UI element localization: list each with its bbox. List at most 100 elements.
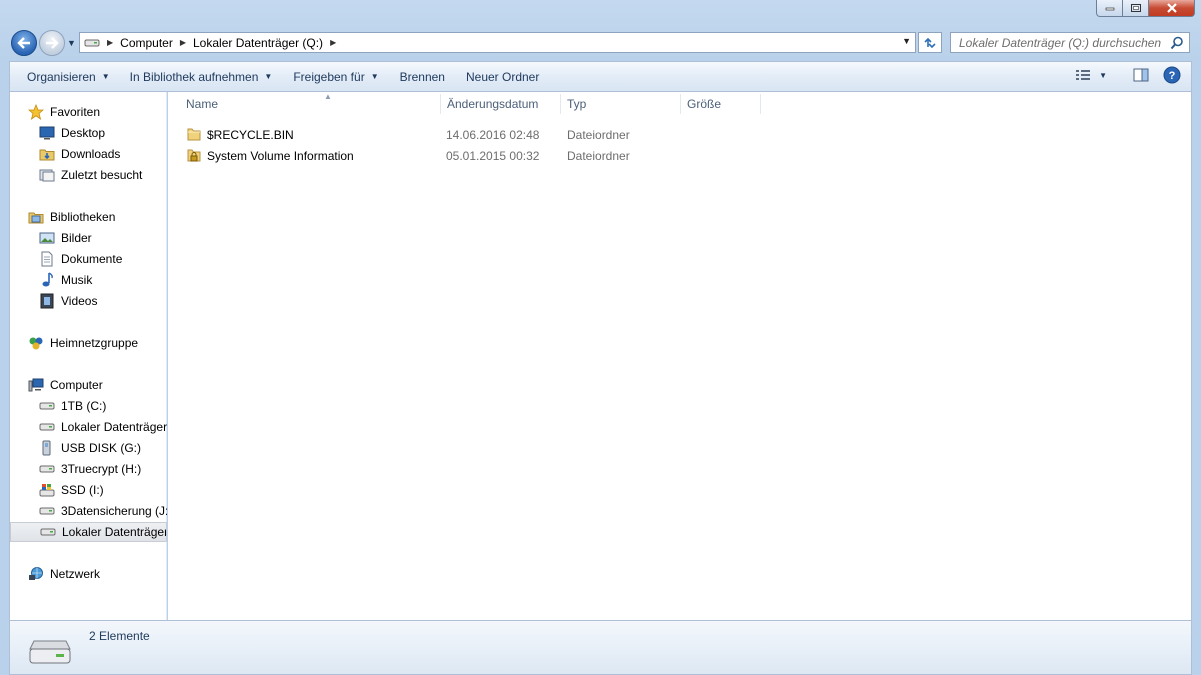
nav-recent[interactable]: Zuletzt besucht: [10, 165, 167, 185]
column-divider[interactable]: [680, 94, 681, 114]
breadcrumb-arrow-icon[interactable]: ▶: [180, 38, 186, 47]
nav-label: Computer: [50, 378, 103, 392]
navigation-pane: Favoriten Desktop Downloads Zuletzt besu…: [9, 92, 167, 620]
nav-label: Videos: [61, 294, 98, 308]
help-button[interactable]: ?: [1163, 66, 1181, 84]
homegroup-icon: [28, 335, 44, 351]
preview-pane-button[interactable]: [1133, 68, 1149, 82]
folder-icon: [186, 126, 202, 145]
organize-label: Organisieren: [27, 69, 96, 84]
maximize-button[interactable]: [1123, 0, 1149, 17]
column-label: Größe: [687, 97, 722, 111]
breadcrumb-arrow-icon[interactable]: ▶: [107, 38, 113, 47]
chevron-down-icon: ▼: [264, 72, 273, 81]
drive-icon: [39, 503, 55, 519]
drive-icon: [40, 524, 56, 540]
address-dropdown-icon[interactable]: ▼: [902, 36, 911, 46]
nav-music[interactable]: Musik: [10, 270, 167, 290]
table-row[interactable]: $RECYCLE.BIN 14.06.2016 02:48 Dateiordne…: [180, 124, 780, 145]
nav-drive-q[interactable]: Lokaler Datenträger: [10, 522, 167, 542]
nav-label: 1TB (C:): [61, 399, 107, 413]
nav-libraries[interactable]: Bibliotheken: [10, 207, 167, 227]
column-header-type[interactable]: Typ: [567, 92, 679, 116]
minimize-button[interactable]: [1096, 0, 1123, 17]
file-name: System Volume Information: [207, 148, 354, 163]
nav-label: 3Truecrypt (H:): [61, 462, 142, 476]
nav-label: Downloads: [61, 147, 121, 161]
share-menu[interactable]: Freigeben für ▼: [284, 62, 387, 91]
file-date: 14.06.2016 02:48: [446, 127, 540, 142]
nav-label: Zuletzt besucht: [61, 168, 143, 182]
nav-desktop[interactable]: Desktop: [10, 123, 167, 143]
desktop-icon: [39, 125, 55, 141]
nav-drive-h[interactable]: 3Truecrypt (H:): [10, 459, 167, 479]
nav-label: Netzwerk: [50, 567, 101, 581]
nav-label: Lokaler Datenträger: [62, 525, 167, 539]
column-divider[interactable]: [560, 94, 561, 114]
column-header-size[interactable]: Größe: [687, 92, 759, 116]
nav-label: Lokaler Datenträger: [61, 420, 167, 434]
nav-drive-j[interactable]: 3Datensicherung (J:): [10, 501, 167, 521]
libraries-icon: [28, 209, 44, 225]
nav-pictures[interactable]: Bilder: [10, 228, 167, 248]
breadcrumb-drive[interactable]: Lokaler Datenträger (Q:): [193, 36, 323, 50]
sort-up-icon: ▲: [324, 92, 332, 101]
title-buttons: [1096, 0, 1195, 18]
nav-videos[interactable]: Videos: [10, 291, 167, 311]
nav-label: Bilder: [61, 231, 92, 245]
nav-label: Musik: [61, 273, 93, 287]
nav-downloads[interactable]: Downloads: [10, 144, 167, 164]
downloads-folder-icon: [39, 146, 55, 162]
help-icon: ?: [1163, 66, 1181, 84]
search-icon[interactable]: [1170, 36, 1184, 53]
column-label: Name: [186, 97, 219, 111]
network-icon: [28, 566, 44, 582]
add-to-library-menu[interactable]: In Bibliothek aufnehmen ▼: [121, 62, 282, 91]
file-date: 05.01.2015 00:32: [446, 148, 540, 163]
view-options-button[interactable]: ▼: [1075, 69, 1107, 81]
pictures-icon: [39, 230, 55, 246]
nav-drive-local[interactable]: Lokaler Datenträger: [10, 417, 167, 437]
toolbar-right: ▼ ?: [1075, 66, 1181, 84]
new-folder-button[interactable]: Neuer Ordner: [457, 62, 548, 91]
breadcrumb-arrow-icon[interactable]: ▶: [330, 38, 336, 47]
videos-icon: [39, 293, 55, 309]
nav-documents[interactable]: Dokumente: [10, 249, 167, 269]
close-button[interactable]: [1149, 0, 1195, 17]
nav-homegroup[interactable]: Heimnetzgruppe: [10, 333, 167, 353]
nav-network[interactable]: Netzwerk: [10, 564, 167, 584]
recent-pages-dropdown[interactable]: ▼: [67, 38, 76, 48]
drive-icon: [39, 398, 55, 414]
column-header-date[interactable]: Änderungsdatum: [447, 92, 562, 116]
nav-label: 3Datensicherung (J:): [61, 504, 167, 518]
burn-button[interactable]: Brennen: [391, 62, 454, 91]
nav-drive-i[interactable]: SSD (I:): [10, 480, 167, 500]
address-row: ▼ ▶ Computer ▶ Lokaler Datenträger (Q:) …: [0, 28, 1201, 60]
column-divider[interactable]: [760, 94, 761, 114]
back-button[interactable]: [11, 30, 37, 56]
file-list: Name ▲ Änderungsdatum Typ Größe $RECYCLE…: [168, 92, 1192, 620]
address-bar[interactable]: ▶ Computer ▶ Lokaler Datenträger (Q:) ▶ …: [79, 32, 916, 53]
nav-drive-c[interactable]: 1TB (C:): [10, 396, 167, 416]
organize-menu[interactable]: Organisieren ▼: [18, 62, 119, 91]
nav-computer[interactable]: Computer: [10, 375, 167, 395]
chevron-down-icon: ▼: [1099, 70, 1107, 80]
column-divider[interactable]: [440, 94, 441, 114]
refresh-button[interactable]: [918, 32, 942, 53]
breadcrumb-computer[interactable]: Computer: [120, 36, 173, 50]
search-input[interactable]: Lokaler Datenträger (Q:) durchsuchen: [950, 32, 1190, 53]
share-label: Freigeben für: [293, 69, 365, 84]
preview-pane-icon: [1133, 68, 1149, 82]
forward-button[interactable]: [39, 30, 65, 56]
item-count: 2 Elemente: [89, 629, 150, 643]
command-bar: Organisieren ▼ In Bibliothek aufnehmen ▼ F…: [9, 61, 1192, 92]
nav-drive-g[interactable]: USB DISK (G:): [10, 438, 167, 458]
search-placeholder: Lokaler Datenträger (Q:) durchsuchen: [959, 35, 1162, 50]
nav-favorites[interactable]: Favoriten: [10, 102, 167, 122]
refresh-icon: [924, 37, 936, 48]
nav-label: Heimnetzgruppe: [50, 336, 139, 350]
table-row[interactable]: System Volume Information 05.01.2015 00:…: [180, 145, 780, 166]
nav-label: USB DISK (G:): [61, 441, 142, 455]
column-header-name[interactable]: Name ▲: [186, 92, 440, 116]
computer-icon: [28, 377, 44, 393]
